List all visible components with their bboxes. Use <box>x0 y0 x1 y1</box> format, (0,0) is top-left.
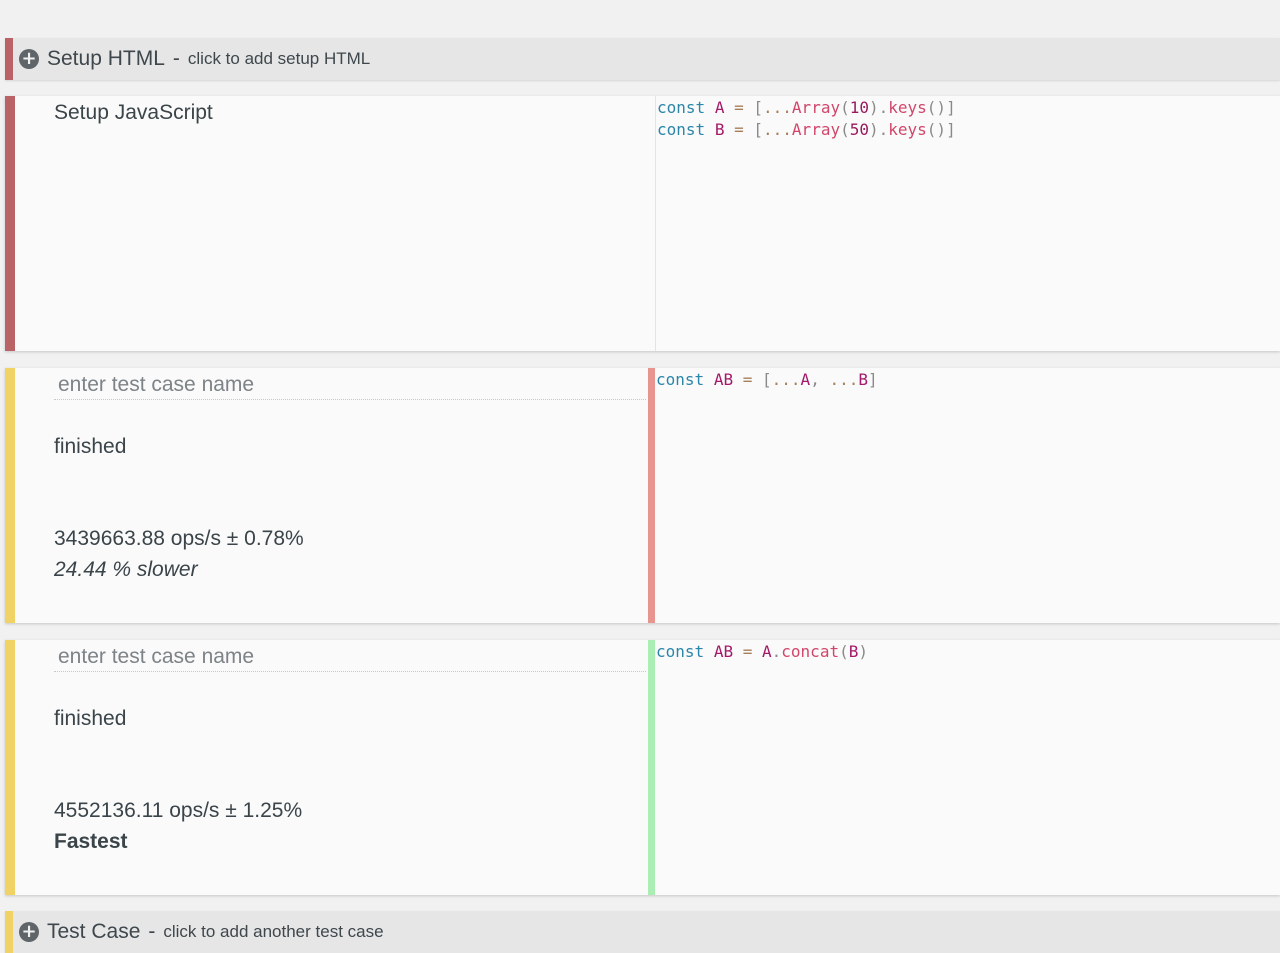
test-case-panel: finished 3439663.88 ops/s ± 0.78% 24.44 … <box>5 368 1280 623</box>
setup-html-hint: click to add setup HTML <box>187 49 371 68</box>
test-case-name-input[interactable] <box>54 642 646 672</box>
add-test-case-bar[interactable]: + Test Case - click to add another test … <box>5 911 1280 953</box>
setup-js-label-area: Setup JavaScript <box>15 96 655 351</box>
test-case-info: finished 4552136.11 ops/s ± 1.25% Fastes… <box>15 640 648 895</box>
test-code-line: const AB = [...A, ...B] <box>656 370 878 389</box>
test-case-ops: 4552136.11 ops/s ± 1.25% <box>54 799 303 822</box>
plus-circle-icon: + <box>19 49 39 69</box>
add-test-case-title: Test Case <box>47 920 141 943</box>
test-case-name-input[interactable] <box>54 370 646 400</box>
test-case-ops: 3439663.88 ops/s ± 0.78% <box>54 527 304 550</box>
test-code-line: const AB = A.concat(B) <box>656 642 868 661</box>
setup-code-line: const A = [...Array(10).keys()] <box>657 98 956 117</box>
test-case-status: finished <box>54 435 127 458</box>
test-case-status: finished <box>54 707 127 730</box>
add-test-case-hint: click to add another test case <box>163 922 384 941</box>
setup-js-editor[interactable]: const A = [...Array(10).keys()] const B … <box>655 96 1280 351</box>
test-case-editor[interactable]: const AB = [...A, ...B] <box>648 368 1280 623</box>
plus-circle-icon: + <box>19 922 39 942</box>
setup-html-bar[interactable]: + Setup HTML - click to add setup HTML <box>5 38 1280 80</box>
separator-dash: - <box>172 47 180 70</box>
setup-js-panel: Setup JavaScript const A = [...Array(10)… <box>5 96 1280 351</box>
setup-js-label: Setup JavaScript <box>54 101 213 124</box>
setup-code-line: const B = [...Array(50).keys()] <box>657 120 956 139</box>
test-case-relative: Fastest <box>54 830 128 853</box>
test-case-editor[interactable]: const AB = A.concat(B) <box>648 640 1280 895</box>
separator-dash: - <box>148 920 156 943</box>
test-case-info: finished 3439663.88 ops/s ± 0.78% 24.44 … <box>15 368 648 623</box>
test-case-relative: 24.44 % slower <box>54 558 198 581</box>
setup-html-title: Setup HTML <box>47 47 165 70</box>
test-case-panel: finished 4552136.11 ops/s ± 1.25% Fastes… <box>5 640 1280 895</box>
